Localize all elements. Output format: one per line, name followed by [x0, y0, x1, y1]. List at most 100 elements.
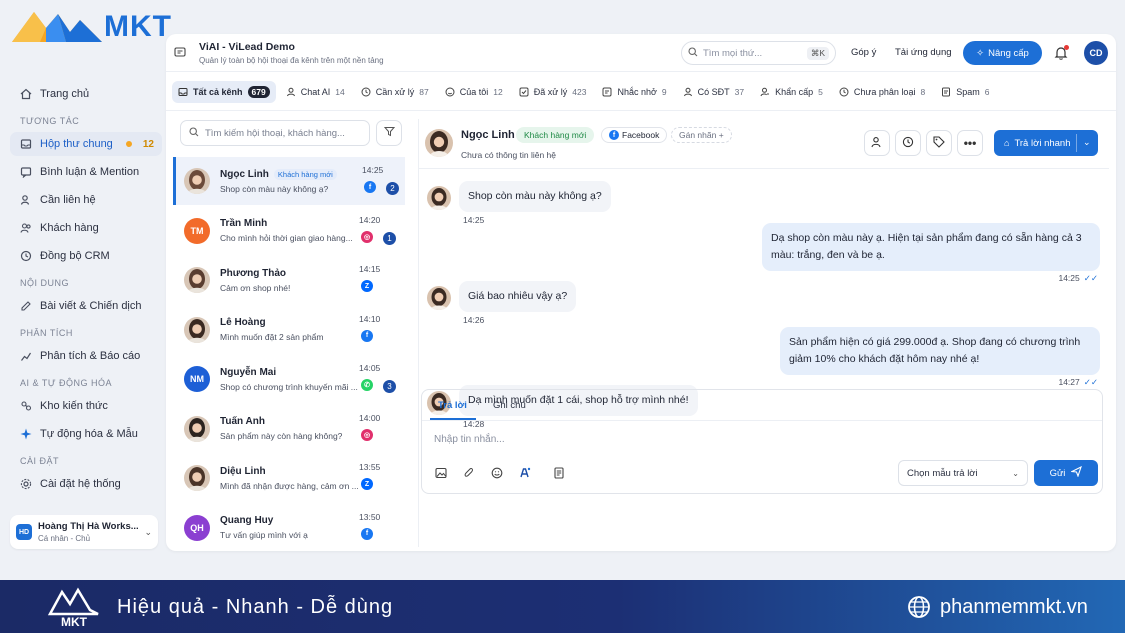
nav-inbox-label: Hộp thư chung [40, 138, 113, 150]
outgoing-message: Sản phẩm hiện có giá 299.000đ ạ. Shop đa… [780, 327, 1100, 375]
nav-home-label: Trang chủ [40, 88, 90, 100]
nav-knowledge-label: Kho kiến thức [40, 400, 108, 412]
image-icon[interactable] [434, 466, 448, 480]
tab-count: 12 [493, 87, 503, 97]
conversation-preview: Cho mình hỏi thời gian giao hàng... [220, 233, 353, 243]
workspace-role: Cá nhân - Chủ [38, 534, 91, 543]
contact-info-button[interactable] [864, 130, 890, 156]
search-icon [688, 46, 698, 60]
tab-reply[interactable]: Trả lời [438, 400, 467, 411]
nav-contact[interactable]: Cần liên hệ [10, 188, 162, 212]
tab-all-channels[interactable]: Tất cả kênh 679 [172, 81, 276, 103]
tab-handled[interactable]: Đã xử lý 423 [513, 81, 593, 103]
quick-reply-label: Trả lời nhanh [1014, 137, 1071, 149]
tab-reminders[interactable]: Nhắc nhở 9 [596, 81, 672, 103]
chevron-down-icon: ⌄ [1083, 137, 1091, 147]
nav-analytics[interactable]: Phân tích & Báo cáo [10, 344, 162, 368]
assign-label-button[interactable]: Gán nhãn + [671, 127, 732, 143]
message-input[interactable]: Nhập tin nhắn... [434, 434, 505, 445]
nav-comments[interactable]: Bình luận & Mention [10, 160, 162, 184]
conversation-meta: 14:25 f 2 [362, 165, 399, 195]
conversation-search-input[interactable]: Tìm kiếm hội thoại, khách hàng... [180, 120, 370, 146]
banner-logo-text: MKT [61, 615, 88, 629]
conversation-avatar [184, 415, 210, 442]
conversation-preview: Tư vấn giúp mình với ạ [220, 530, 308, 540]
zalo-icon: Z [361, 478, 373, 490]
message-avatar [427, 186, 451, 210]
conversation-name: Nguyễn Mai [220, 366, 277, 378]
nav-settings-label: Cài đặt hệ thống [40, 478, 121, 490]
feedback-link[interactable]: Góp ý [851, 47, 876, 58]
conversation-preview: Shop có chương trình khuyến mãi ... [220, 381, 358, 392]
nav-analytics-label: Phân tích & Báo cáo [40, 350, 141, 362]
conversation-time: 14:05 [359, 363, 381, 373]
notification-bell-icon[interactable] [1053, 45, 1069, 61]
nav-knowledge[interactable]: Kho kiến thức [10, 394, 162, 418]
globe-icon [907, 595, 931, 619]
message-time: 14:27 [1058, 377, 1080, 387]
quick-reply-button[interactable]: ⌂ Trả lời nhanh ⌄ [994, 130, 1098, 156]
emoji-icon[interactable] [490, 466, 504, 480]
template-doc-icon[interactable] [552, 466, 566, 480]
nav-automation[interactable]: Tự động hóa & Mẫu [10, 422, 162, 446]
tab-to-handle[interactable]: Cần xử lý 87 [355, 81, 435, 103]
upgrade-label: Nâng cấp [988, 47, 1029, 59]
plus-icon: + [718, 130, 724, 140]
tab-mine[interactable]: Của tôi 12 [439, 81, 509, 103]
tab-has-phone[interactable]: Có SĐT 37 [677, 81, 750, 103]
banner-website[interactable]: phanmemmkt.vn [940, 596, 1088, 619]
nav-customers[interactable]: Khách hàng [10, 216, 162, 240]
chat-panel: Ngọc Linh Khách hàng mới f Facebook Gán n… [418, 119, 1109, 547]
conversation-body: Diệu Linh Mình đã nhận được hàng, cảm ơn … [220, 466, 360, 491]
nav-home[interactable]: Trang chủ [10, 82, 162, 106]
message-time-row: 14:25 ✓✓ [1058, 273, 1098, 284]
conversation-item[interactable]: Ngọc Linh Khách hàng mới Shop còn màu này … [173, 157, 405, 205]
upgrade-button[interactable]: ✧ Nâng cấp [963, 41, 1042, 65]
tab-note[interactable]: Ghi chú [493, 400, 526, 411]
conversation-avatar: QH [184, 514, 210, 541]
global-search-input[interactable]: Tìm mọi thứ... ⌘K [681, 41, 836, 65]
tab-label: Khẩn cấp [775, 87, 814, 97]
composer-box: Trả lời Ghi chú Nhập tin nhắn... Chọn mẫ… [421, 389, 1103, 494]
send-button[interactable]: Gửi [1034, 460, 1098, 486]
more-options-button[interactable]: ••• [957, 130, 983, 156]
conversation-name-row: Diệu Linh [220, 466, 360, 477]
download-app-link[interactable]: Tải ứng dụng [895, 47, 952, 58]
attachment-icon[interactable] [462, 466, 476, 480]
conversation-name-row: Trần Minh [220, 218, 360, 229]
tab-urgent[interactable]: Khẩn cấp 5 [754, 81, 829, 103]
nav-contact-label: Cần liên hệ [40, 194, 96, 206]
contact-avatar [425, 129, 453, 157]
conversation-name-row: Nguyễn Mai [220, 367, 360, 378]
tag-button[interactable] [926, 130, 952, 156]
ai-assist-icon[interactable] [518, 466, 532, 480]
tab-chat-ai[interactable]: Chat AI 14 [280, 81, 351, 103]
user-avatar[interactable]: CD [1084, 41, 1108, 65]
filter-button[interactable] [376, 120, 402, 146]
channel-label: Facebook [622, 130, 660, 140]
tab-unclassified[interactable]: Chưa phân loại 8 [833, 81, 931, 103]
template-select[interactable]: Chọn mẫu trả lời ⌄ [898, 460, 1028, 486]
nav-posts[interactable]: Bài viết & Chiến dịch [10, 294, 162, 318]
conversation-item[interactable]: TM Trần Minh Cho mình hỏi thời gian giao h… [173, 207, 405, 255]
conversation-time: 14:20 [359, 214, 381, 225]
tab-spam[interactable]: Spam 6 [935, 81, 995, 103]
conversation-item[interactable]: Tuấn Anh Sản phẩm này còn hàng không? 14:0… [173, 405, 405, 453]
conversation-item[interactable]: NM Nguyễn Mai Shop có chương trình khuyến … [173, 355, 405, 403]
workspace-avatar: HD [16, 524, 32, 540]
conversation-item[interactable]: Phương Thảo Cảm ơn shop nhé! 14:15 Z [173, 256, 405, 304]
nav-inbox[interactable]: Hộp thư chung 12 [10, 132, 162, 156]
message-time: 14:25 [1058, 273, 1080, 283]
history-button[interactable] [895, 130, 921, 156]
section-title: TƯƠNG TÁC [20, 116, 80, 126]
conversation-meta: 13:55 Z [359, 462, 389, 490]
nav-crm[interactable]: Đồng bộ CRM [10, 244, 162, 268]
workspace-switcher[interactable]: HD Hoàng Thị Hà Works... Cá nhân - Chủ ⌄ [10, 515, 158, 549]
conversation-item[interactable]: Diệu Linh Mình đã nhận được hàng, cảm ơn … [173, 454, 405, 502]
conversation-item[interactable]: Lê Hoàng Mình muốn đặt 2 sản phẩm 14:10 f [173, 306, 405, 354]
nav-settings[interactable]: Cài đặt hệ thống [10, 472, 162, 496]
user-icon [683, 87, 693, 97]
conversation-item[interactable]: QH Quang Huy Tư vấn giúp mình với ạ 13:50 f [173, 504, 405, 548]
reminder-icon [602, 87, 612, 97]
conversation-avatar [184, 267, 210, 293]
